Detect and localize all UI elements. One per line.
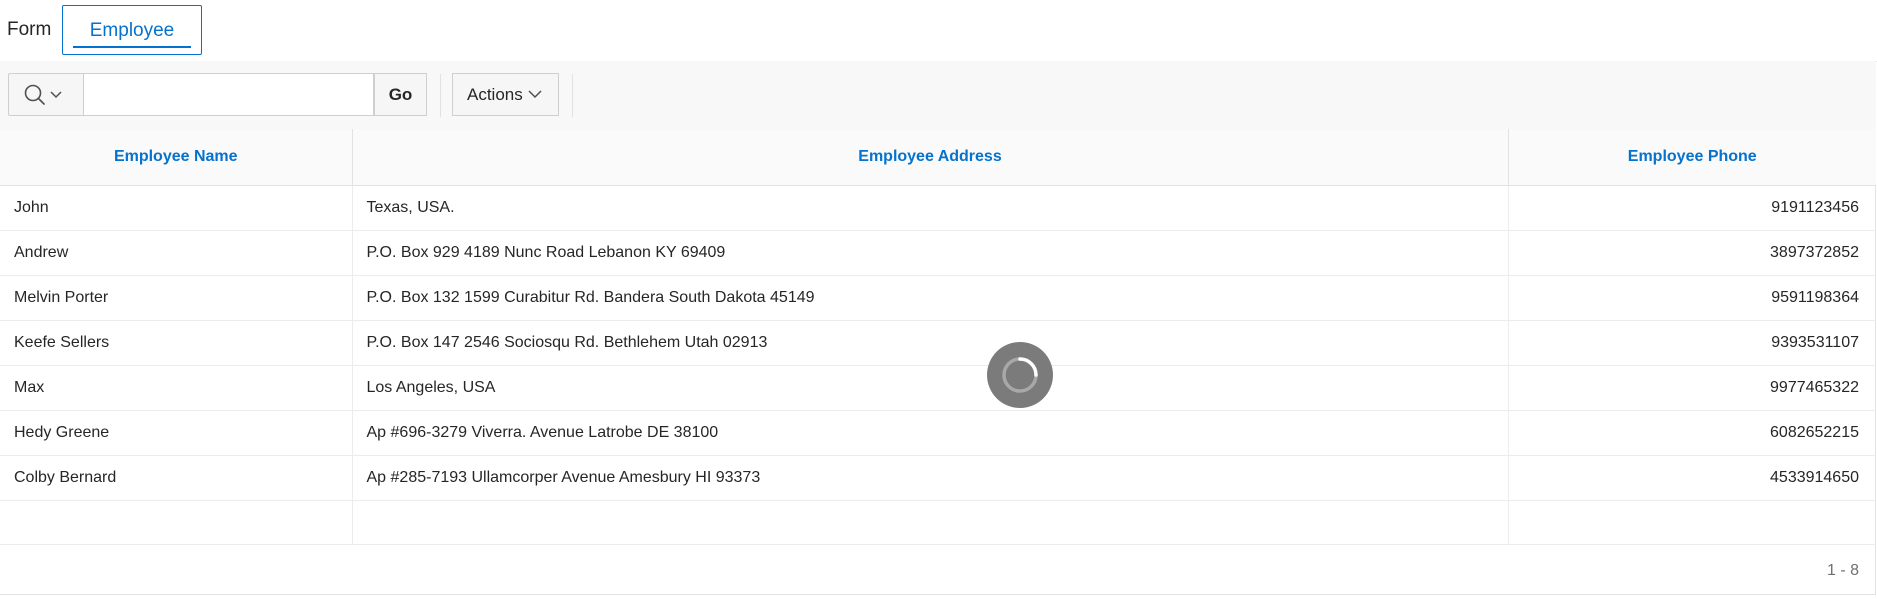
loading-spinner [987,342,1053,408]
employee-address-cell: Los Angeles, USA [352,365,1509,411]
employee-name-cell: Andrew [0,230,353,276]
column-header-employee-phone[interactable]: Employee Phone [1508,129,1876,186]
table-row: John Texas, USA. 9191123456 [0,185,1876,231]
employee-name-cell: Keefe Sellers [0,320,353,366]
search-icon [24,84,62,105]
table-row-empty [0,500,1876,545]
active-tab-indicator [73,46,191,48]
employee-name-cell: Melvin Porter [0,275,353,321]
tab-form[interactable]: Form [0,5,58,55]
employee-phone-cell: 3897372852 [1508,230,1876,276]
employee-name-cell: John [0,185,353,231]
employee-phone-cell: 9191123456 [1508,185,1876,231]
actions-menu-button[interactable]: Actions [452,73,559,116]
employee-phone-cell [1508,500,1876,545]
report-toolbar: Go Actions [0,61,1876,130]
employee-address-cell: Ap #696-3279 Viverra. Avenue Latrobe DE … [352,410,1509,456]
actions-label: Actions [467,85,523,104]
employee-address-cell: P.O. Box 147 2546 Sociosqu Rd. Bethlehem… [352,320,1509,366]
table-row: Keefe Sellers P.O. Box 147 2546 Sociosqu… [0,320,1876,366]
chevron-down-icon [528,90,542,99]
employee-phone-cell: 9591198364 [1508,275,1876,321]
report-footer: 1 - 8 [0,545,1876,594]
employee-name-cell: Colby Bernard [0,455,353,501]
search-column-button[interactable] [8,73,84,116]
employee-address-cell: P.O. Box 132 1599 Curabitur Rd. Bandera … [352,275,1509,321]
search-input[interactable] [84,73,374,116]
table-row: Hedy Greene Ap #696-3279 Viverra. Avenue… [0,410,1876,456]
table-row: Melvin Porter P.O. Box 132 1599 Curabitu… [0,275,1876,321]
table-row: Andrew P.O. Box 929 4189 Nunc Road Leban… [0,230,1876,276]
employee-phone-cell: 4533914650 [1508,455,1876,501]
pagination-range: 1 - 8 [1826,562,1859,579]
table-row: Colby Bernard Ap #285-7193 Ullamcorper A… [0,455,1876,501]
employee-address-cell: Texas, USA. [352,185,1509,231]
employee-table: Employee Name Employee Address Employee … [0,129,1876,545]
employee-phone-cell: 9977465322 [1508,365,1876,411]
column-header-employee-address[interactable]: Employee Address [352,129,1509,186]
employee-name-cell: Hedy Greene [0,410,353,456]
toolbar-divider [572,74,573,117]
table-header-row: Employee Name Employee Address Employee … [0,129,1876,186]
spinner-icon [1002,357,1038,393]
table-row: Max Los Angeles, USA 9977465322 [0,365,1876,411]
go-button[interactable]: Go [374,73,427,116]
employee-report-region: Go Actions Employee Name Employee Addres… [0,61,1876,595]
employee-name-cell: Max [0,365,353,411]
employee-phone-cell: 6082652215 [1508,410,1876,456]
toolbar-divider [440,74,441,117]
employee-phone-cell: 9393531107 [1508,320,1876,366]
tab-employee-list[interactable]: Employee List [62,5,202,91]
employee-address-cell: Ap #285-7193 Ullamcorper Avenue Amesbury… [352,455,1509,501]
employee-address-cell [352,500,1509,545]
tab-bar: Form Employee List [0,0,1877,91]
chevron-down-icon [50,91,62,99]
employee-address-cell: P.O. Box 929 4189 Nunc Road Lebanon KY 6… [352,230,1509,276]
employee-name-cell [0,500,353,545]
column-header-employee-name[interactable]: Employee Name [0,129,353,186]
